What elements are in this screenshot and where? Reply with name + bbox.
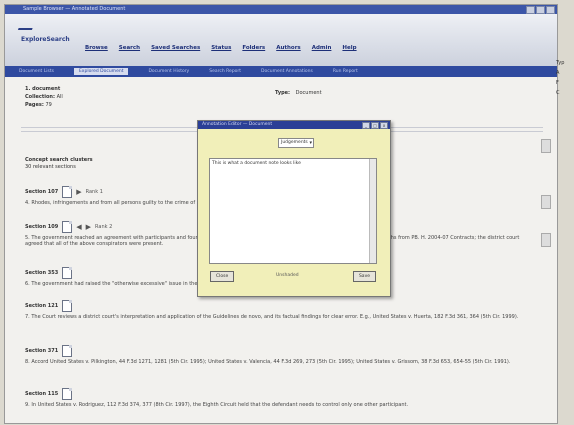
section-label[interactable]: Section 371	[25, 348, 58, 354]
section-text: 7. The Court reviews a district court's …	[25, 314, 519, 320]
nav-saved-searches[interactable]: Saved Searches	[151, 45, 200, 51]
collection-value: All	[56, 94, 63, 100]
type-label: Type:	[275, 90, 291, 96]
scroll-button[interactable]	[541, 195, 551, 209]
window-title: Sample Browser — Annotated Document	[23, 6, 126, 12]
side-panel-option[interactable]: C	[556, 90, 574, 96]
annotation-text: This is what a document note looks like	[212, 161, 301, 166]
document-heading: 1. document	[25, 86, 61, 92]
pages-value: 79	[45, 102, 52, 108]
concept-subtitle: 30 relevant sections	[25, 164, 76, 170]
side-panel: Typ A F C	[556, 60, 574, 180]
pages-label: Pages:	[25, 102, 44, 108]
minimize-button[interactable]	[526, 6, 535, 14]
subnav-explored-document[interactable]: Explored Document	[73, 68, 129, 75]
collection-label: Collection:	[25, 94, 55, 100]
prev-arrow-icon[interactable]: ◀	[76, 223, 81, 231]
document-icon[interactable]	[62, 221, 73, 233]
concept-title: Concept search clusters	[25, 157, 93, 163]
subnav-document-lists[interactable]: Document Lists	[19, 69, 54, 74]
top-nav: Browse Search Saved Searches Status Fold…	[85, 45, 357, 51]
document-info: 1. document Collection: All Pages: 79	[25, 85, 63, 109]
section-label[interactable]: Section 115	[25, 391, 58, 397]
nav-folders[interactable]: Folders	[242, 45, 265, 51]
save-button[interactable]: Save	[352, 271, 376, 282]
section-label[interactable]: Section 109	[25, 224, 58, 230]
section-label[interactable]: Section 121	[25, 303, 58, 309]
next-arrow-icon[interactable]: ▶	[76, 188, 81, 196]
document-icon[interactable]	[62, 186, 73, 198]
side-panel-option[interactable]: F	[556, 80, 574, 86]
subnav-document-history[interactable]: Document History	[148, 69, 189, 74]
textarea-scrollbar[interactable]	[369, 159, 376, 263]
scroll-button[interactable]	[541, 139, 551, 153]
scroll-button[interactable]	[541, 233, 551, 247]
type-value: Document	[295, 90, 322, 96]
result-section: Section 121 7. The Court reviews a distr…	[25, 300, 535, 320]
section-label[interactable]: Section 353	[25, 270, 58, 276]
nav-status[interactable]: Status	[211, 45, 231, 51]
nav-authors[interactable]: Authors	[276, 45, 300, 51]
document-icon[interactable]	[62, 345, 73, 357]
dialog-title: Annotation Editor — Document	[202, 122, 273, 127]
dialog-maximize-icon[interactable]: □	[371, 122, 379, 129]
nav-browse[interactable]: Browse	[85, 45, 108, 51]
dialog-controls: _ □ x	[362, 122, 388, 129]
dialog-minimize-icon[interactable]: _	[362, 122, 370, 129]
sub-nav-bar: Document Lists Explored Document Documen…	[5, 66, 557, 77]
window-title-bar: Sample Browser — Annotated Document	[5, 5, 557, 14]
nav-help[interactable]: Help	[342, 45, 356, 51]
annotation-text-area[interactable]: This is what a document note looks like	[209, 158, 377, 264]
subnav-search-report[interactable]: Search Report	[209, 69, 241, 74]
nav-admin[interactable]: Admin	[312, 45, 332, 51]
dialog-close-icon[interactable]: x	[380, 122, 388, 129]
section-label[interactable]: Section 107	[25, 189, 58, 195]
side-panel-heading: Typ	[556, 60, 565, 66]
app-logo: ExploreSearch	[21, 36, 70, 43]
result-section: Section 371 8. Accord United States v. P…	[25, 345, 535, 365]
side-panel-option[interactable]: A	[556, 70, 574, 76]
close-button[interactable]: Close	[210, 271, 235, 282]
nav-search[interactable]: Search	[119, 45, 140, 51]
subnav-run-report[interactable]: Run Report	[333, 69, 358, 74]
document-icon[interactable]	[62, 300, 73, 312]
dialog-status: Unshaded	[276, 273, 299, 278]
result-section: Section 115 9. In United States v. Rodri…	[25, 388, 535, 408]
concept-results-header: Concept search clusters 30 relevant sect…	[25, 157, 93, 171]
subnav-document-annotations[interactable]: Document Annotations	[261, 69, 313, 74]
next-arrow-icon[interactable]: ▶	[86, 223, 91, 231]
document-icon[interactable]	[62, 388, 73, 400]
rank-label: Rank 1	[85, 189, 103, 195]
maximize-button[interactable]	[536, 6, 545, 14]
close-window-button[interactable]	[546, 6, 555, 14]
section-text: 9. In United States v. Rodriguez, 112 F.…	[25, 402, 409, 408]
browser-window: Sample Browser — Annotated Document Expl…	[4, 4, 558, 424]
window-controls	[526, 6, 555, 14]
section-text: 8. Accord United States v. Pilkington, 4…	[25, 359, 511, 365]
document-type: Type: Document	[275, 90, 322, 96]
rank-label: Rank 2	[95, 224, 113, 230]
annotation-dialog: Annotation Editor — Document _ □ x Judge…	[197, 120, 391, 297]
annotation-type-select[interactable]: Judgements	[278, 138, 314, 148]
document-icon[interactable]	[62, 267, 73, 279]
app-header: ExploreSearch Browse Search Saved Search…	[5, 14, 557, 66]
